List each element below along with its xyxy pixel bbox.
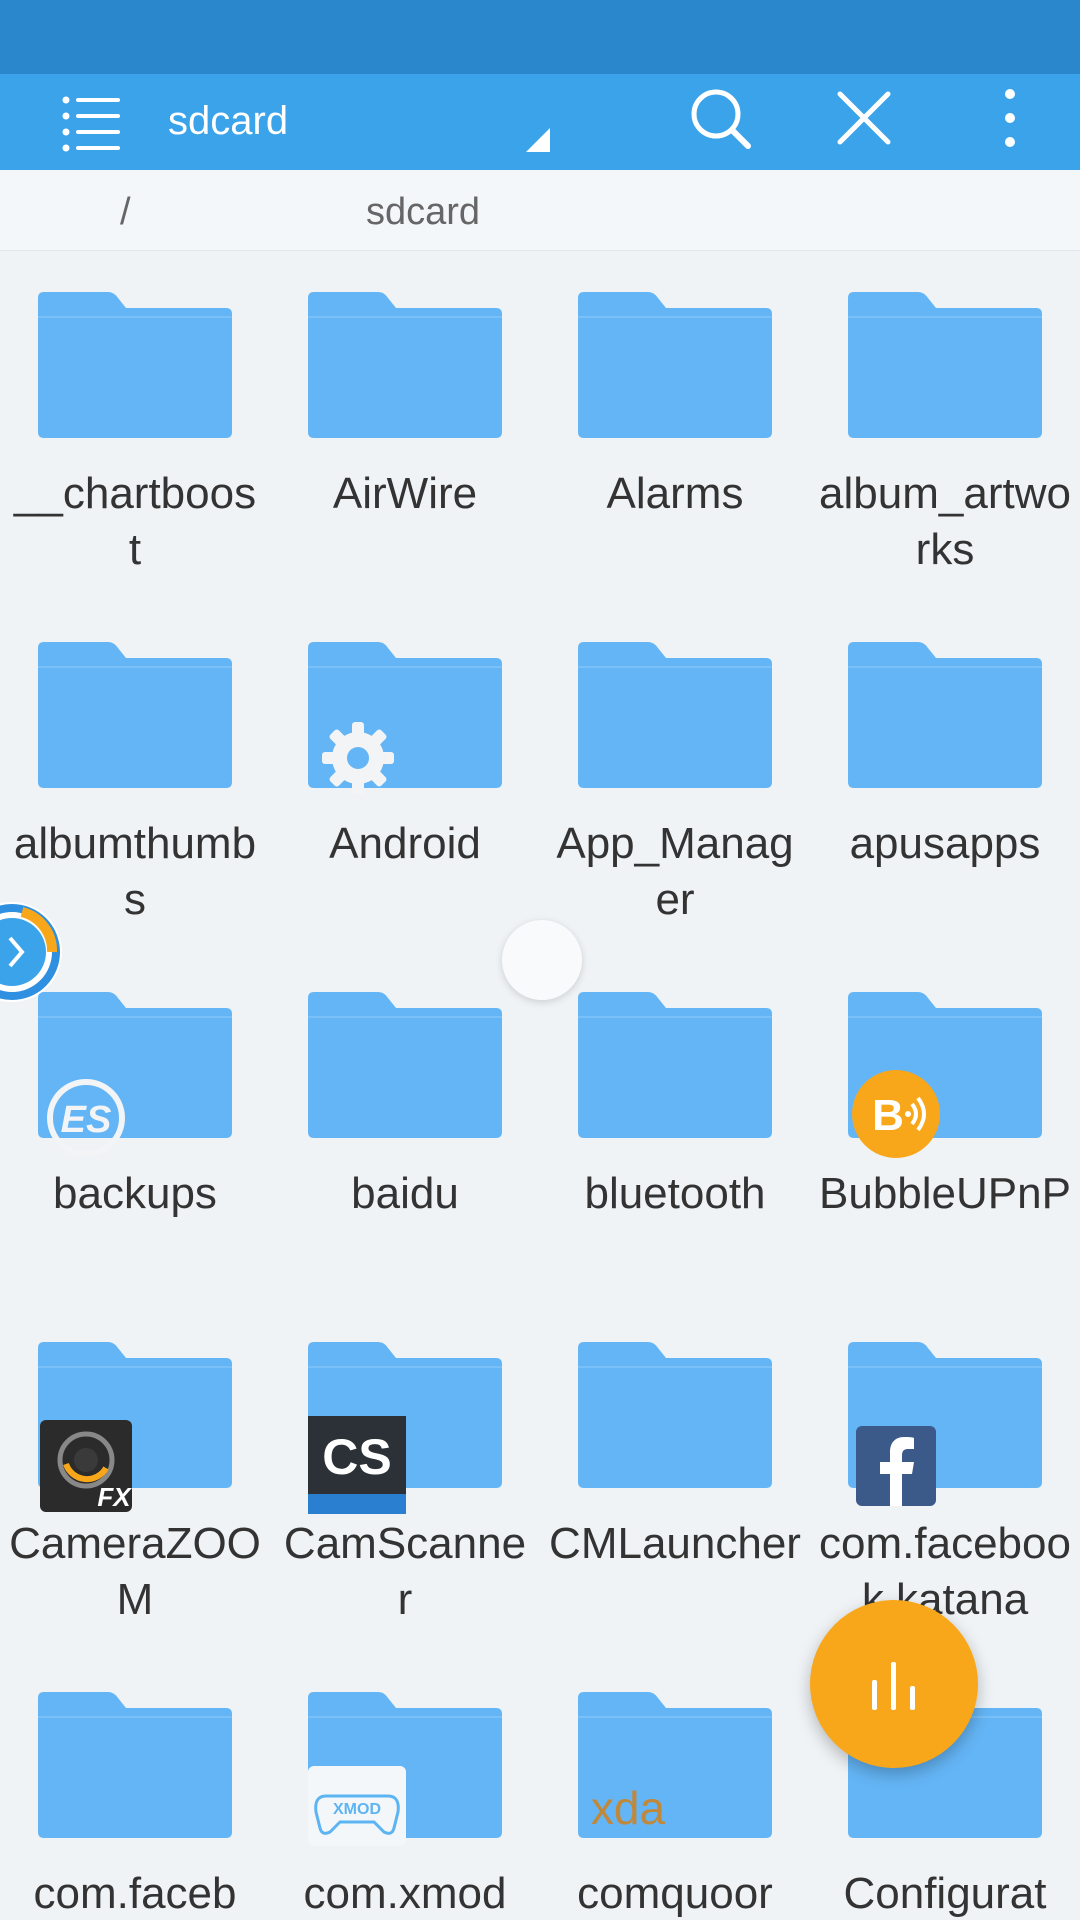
folder-item[interactable]: com.facebook.katana [810,1312,1080,1662]
camscanner-cs-icon: CS [308,1416,406,1514]
svg-text:xda: xda [591,1784,666,1832]
folder-item[interactable]: album_artworks [810,262,1080,612]
more-vert-icon[interactable] [970,78,1050,158]
dropdown-triangle-icon[interactable] [526,128,550,152]
folder-label: __chartboost [13,469,257,574]
facebook-icon [856,1426,936,1506]
folder-icon [38,1692,232,1838]
folder-item[interactable]: backups [0,962,270,1312]
breadcrumb-root[interactable]: / [120,190,131,234]
svg-text:ES: ES [61,1099,112,1141]
touch-indicator [502,920,582,1000]
folder-item[interactable]: Alarms [540,262,810,612]
app-title[interactable]: sdcard [168,96,288,146]
folder-icon [308,292,502,438]
xmod-icon: XMOD [308,1766,406,1846]
folder-item[interactable]: CMLauncher [540,1312,810,1662]
analyze-fab-button[interactable] [810,1600,978,1768]
folder-label: baidu [351,1169,459,1218]
svg-text:XMOD: XMOD [333,1801,381,1818]
folder-label: CameraZOOM [9,1519,261,1624]
folder-icon [578,1342,772,1488]
folder-label: App_Manager [556,819,794,924]
folder-item[interactable]: baidu [270,962,540,1312]
folder-label: BubbleUPnP [819,1169,1071,1218]
menu-list-icon[interactable] [52,82,132,162]
folder-icon [38,292,232,438]
folder-label: AirWire [332,469,478,518]
folder-label: Alarms [606,469,744,518]
folder-item[interactable]: App_Manager [540,612,810,962]
folder-icon [848,642,1042,788]
folder-icon [578,642,772,788]
folder-label: comquoor [577,1869,773,1918]
app-bar: sdcard [0,74,1080,170]
folder-label: apusapps [849,819,1041,868]
folder-item[interactable]: AirWire [270,262,540,612]
folder-label: CMLauncher [549,1519,801,1568]
es-logo-icon: ES [44,1076,128,1160]
folder-label: com.xmod [303,1869,507,1918]
breadcrumb: / sdcard [0,170,1080,251]
analyze-bars-icon [872,1662,915,1710]
folder-label: bluetooth [584,1169,766,1218]
close-icon[interactable] [824,78,904,158]
folder-icon [308,992,502,1138]
search-icon[interactable] [680,78,760,158]
svg-text:CS: CS [322,1429,391,1485]
breadcrumb-sdcard[interactable]: sdcard [366,190,480,234]
folder-icon [848,292,1042,438]
status-bar [0,0,1080,74]
folder-label: Android [329,819,481,868]
folder-item[interactable]: bluetooth [540,962,810,1312]
folder-label: backups [53,1169,217,1218]
svg-text:FX: FX [97,1482,132,1512]
folder-label: Configurat [843,1869,1047,1918]
camerazoom-fx-icon: FX [40,1420,132,1512]
folder-label: album_artworks [819,469,1071,574]
folder-item[interactable]: apusapps [810,612,1080,962]
bubbleupnp-icon: B [852,1070,940,1158]
folder-label: CamScanner [283,1519,527,1624]
svg-text:B: B [872,1091,904,1140]
floating-handle[interactable] [0,900,64,1004]
folder-item[interactable]: com.faceb [0,1662,270,1920]
folder-item[interactable]: BubbleUPnP [810,962,1080,1312]
gear-icon [318,718,398,798]
folder-icon [578,292,772,438]
folder-icon [38,642,232,788]
xda-icon: xda [578,1782,678,1834]
folder-item[interactable]: Android [270,612,540,962]
folder-icon [578,992,772,1138]
folder-label: com.faceb [33,1869,237,1918]
folder-item[interactable]: __chartboost [0,262,270,612]
